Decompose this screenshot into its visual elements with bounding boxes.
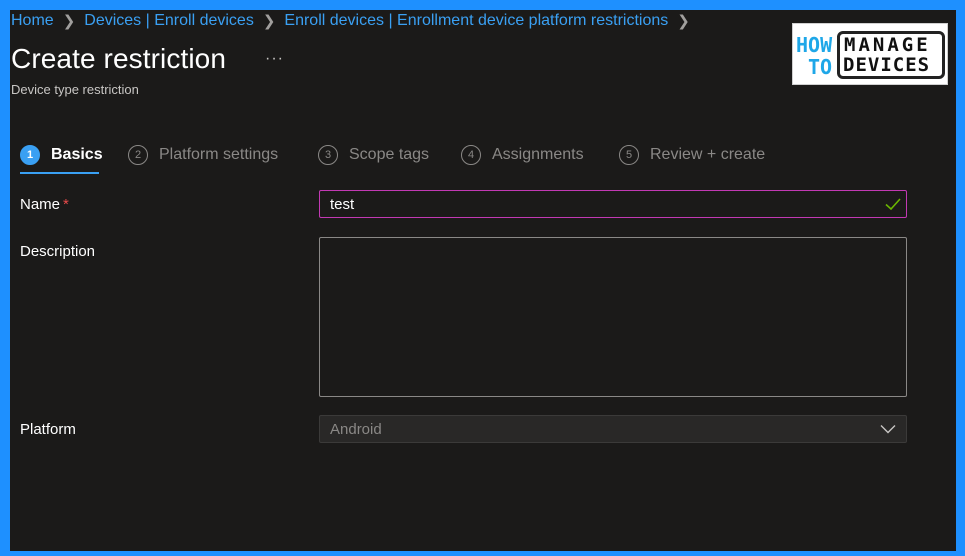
- name-label: Name *: [20, 196, 69, 213]
- step-number-1: 1: [20, 145, 40, 165]
- chevron-right-icon: ❯: [677, 13, 690, 30]
- description-textarea[interactable]: [319, 237, 907, 397]
- step-number-5: 5: [619, 145, 639, 165]
- required-asterisk: *: [63, 196, 69, 213]
- step-label: Basics: [51, 146, 103, 163]
- breadcrumb-devices-enroll[interactable]: Devices | Enroll devices: [84, 12, 254, 30]
- page-title: Create restriction: [11, 43, 226, 74]
- logo-to-text: TO: [808, 55, 833, 79]
- breadcrumb-home[interactable]: Home: [11, 12, 54, 30]
- tab-assignments[interactable]: 4 Assignments: [461, 142, 584, 168]
- platform-dropdown[interactable]: Android: [319, 415, 907, 443]
- name-label-text: Name: [20, 196, 61, 213]
- tab-scope-tags[interactable]: 3 Scope tags: [318, 142, 429, 168]
- platform-label: Platform: [20, 421, 76, 438]
- step-label: Assignments: [492, 146, 584, 163]
- name-input[interactable]: [319, 190, 907, 218]
- platform-selected-value: Android: [330, 421, 382, 438]
- chevron-right-icon: ❯: [62, 13, 76, 30]
- chevron-down-icon: [880, 425, 896, 434]
- chevron-right-icon: ❯: [262, 13, 276, 30]
- howtomanagedevices-logo: HOW TO MANAGE DEVICES: [792, 23, 948, 85]
- step-number-4: 4: [461, 145, 481, 165]
- active-step-underline: [20, 172, 99, 174]
- step-label: Review + create: [650, 146, 766, 163]
- logo-how-text: HOW: [796, 33, 833, 57]
- step-label: Platform settings: [159, 146, 279, 163]
- logo-manage-text: MANAGE: [844, 34, 931, 56]
- logo-box: MANAGE DEVICES: [837, 31, 945, 79]
- checkmark-icon: [885, 198, 901, 211]
- tab-review-create[interactable]: 5 Review + create: [619, 142, 765, 168]
- more-options-button[interactable]: ···: [265, 50, 284, 68]
- tab-platform-settings[interactable]: 2 Platform settings: [128, 142, 278, 168]
- step-number-2: 2: [128, 145, 148, 165]
- step-number-3: 3: [318, 145, 338, 165]
- step-label: Scope tags: [349, 146, 430, 163]
- breadcrumb-enrollment-restrictions[interactable]: Enroll devices | Enrollment device platf…: [284, 12, 668, 30]
- main-panel: Home ❯ Devices | Enroll devices ❯ Enroll…: [10, 10, 956, 551]
- tab-basics[interactable]: 1 Basics: [20, 142, 103, 168]
- page-subtitle: Device type restriction: [11, 82, 139, 97]
- breadcrumb: Home ❯ Devices | Enroll devices ❯ Enroll…: [11, 11, 699, 31]
- description-label: Description: [20, 243, 96, 260]
- logo-devices-text: DEVICES: [843, 54, 931, 76]
